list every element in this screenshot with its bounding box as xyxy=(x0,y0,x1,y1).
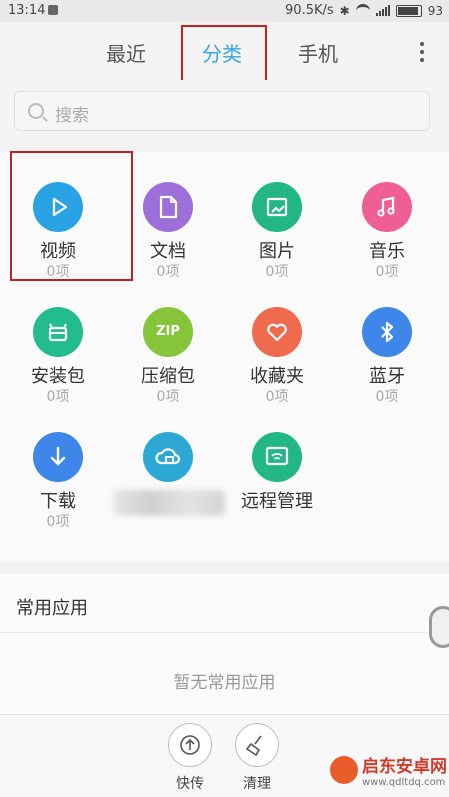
bluetooth-icon xyxy=(362,307,412,357)
broom-icon xyxy=(235,723,279,767)
signal-icon xyxy=(375,5,390,16)
remote-icon xyxy=(252,432,302,482)
category-label: 音乐 xyxy=(369,241,405,262)
category-label: 压缩包 xyxy=(141,366,195,387)
category-label: 收藏夹 xyxy=(250,366,304,387)
network-speed: 90.5K/s xyxy=(285,3,334,18)
category-heart-item[interactable]: 收藏夹 0项 xyxy=(222,277,332,405)
category-remote-item[interactable]: 远程管理 xyxy=(222,402,332,522)
category-image-item[interactable]: 图片 0项 xyxy=(222,152,332,280)
search-icon xyxy=(28,103,44,119)
tab-phone[interactable]: 手机 xyxy=(298,38,338,67)
category-label: 远程管理 xyxy=(241,491,313,512)
category-label: 图片 xyxy=(259,241,295,262)
download-icon xyxy=(33,432,83,482)
category-music-item[interactable]: 音乐 0项 xyxy=(332,152,442,280)
clean-button[interactable]: 清理 xyxy=(232,723,282,793)
category-label: 下载 xyxy=(40,491,76,512)
common-apps-title: 常用应用 xyxy=(16,598,88,619)
common-apps-empty: 暂无常用应用 xyxy=(173,673,276,693)
blurred-label xyxy=(113,490,225,516)
watermark-url: www.qdltdq.com xyxy=(362,777,446,788)
search-placeholder: 搜索 xyxy=(55,106,89,126)
search-input[interactable]: 搜索 xyxy=(14,91,430,131)
watermark-name: 启东安卓网 xyxy=(362,757,447,777)
category-download-item[interactable]: 下载 0项 xyxy=(3,402,113,530)
common-apps-section: 常用应用 暂无常用应用 xyxy=(0,574,449,714)
status-bar: 13:14 90.5K/s ✱ 93 xyxy=(0,0,449,22)
more-options-icon[interactable] xyxy=(419,42,425,62)
category-blurred-item[interactable] xyxy=(113,402,225,522)
heart-icon xyxy=(252,307,302,357)
quick-transfer-label: 快传 xyxy=(176,776,204,792)
status-time: 13:14 xyxy=(8,3,46,18)
status-right: 90.5K/s ✱ 93 xyxy=(285,3,443,18)
category-label: 蓝牙 xyxy=(369,366,405,387)
image-icon xyxy=(252,182,302,232)
notification-icon xyxy=(48,5,58,15)
clean-label: 清理 xyxy=(243,776,271,792)
watermark-logo-icon xyxy=(330,756,358,784)
zip-icon: ZIP xyxy=(143,307,193,357)
category-count: 0项 xyxy=(46,514,70,530)
tab-recent[interactable]: 最近 xyxy=(106,38,146,67)
category-package-item[interactable]: 安装包 0项 xyxy=(3,277,113,405)
floating-handle[interactable] xyxy=(429,606,449,648)
battery-icon xyxy=(395,4,422,17)
search-area: 搜索 xyxy=(0,80,449,144)
cloud-icon xyxy=(143,432,193,482)
upload-icon xyxy=(168,723,212,767)
divider xyxy=(0,632,449,633)
tab-bar: 最近 分类 手机 xyxy=(0,22,449,82)
watermark: 启东安卓网 www.qdltdq.com xyxy=(330,752,447,788)
category-label: 安装包 xyxy=(31,366,85,387)
quick-transfer-button[interactable]: 快传 xyxy=(165,723,215,793)
video-highlight-box xyxy=(10,151,133,281)
music-icon xyxy=(362,182,412,232)
tab-highlight-box xyxy=(181,25,267,82)
battery-level: 93 xyxy=(427,3,443,18)
bluetooth-status-icon: ✱ xyxy=(339,3,350,18)
package-icon xyxy=(33,307,83,357)
category-count: 0项 xyxy=(375,389,399,405)
wifi-icon xyxy=(355,4,370,17)
category-zip-item[interactable]: ZIP 压缩包 0项 xyxy=(113,277,223,405)
category-bluetooth-item[interactable]: 蓝牙 0项 xyxy=(332,277,442,405)
document-icon xyxy=(143,182,193,232)
